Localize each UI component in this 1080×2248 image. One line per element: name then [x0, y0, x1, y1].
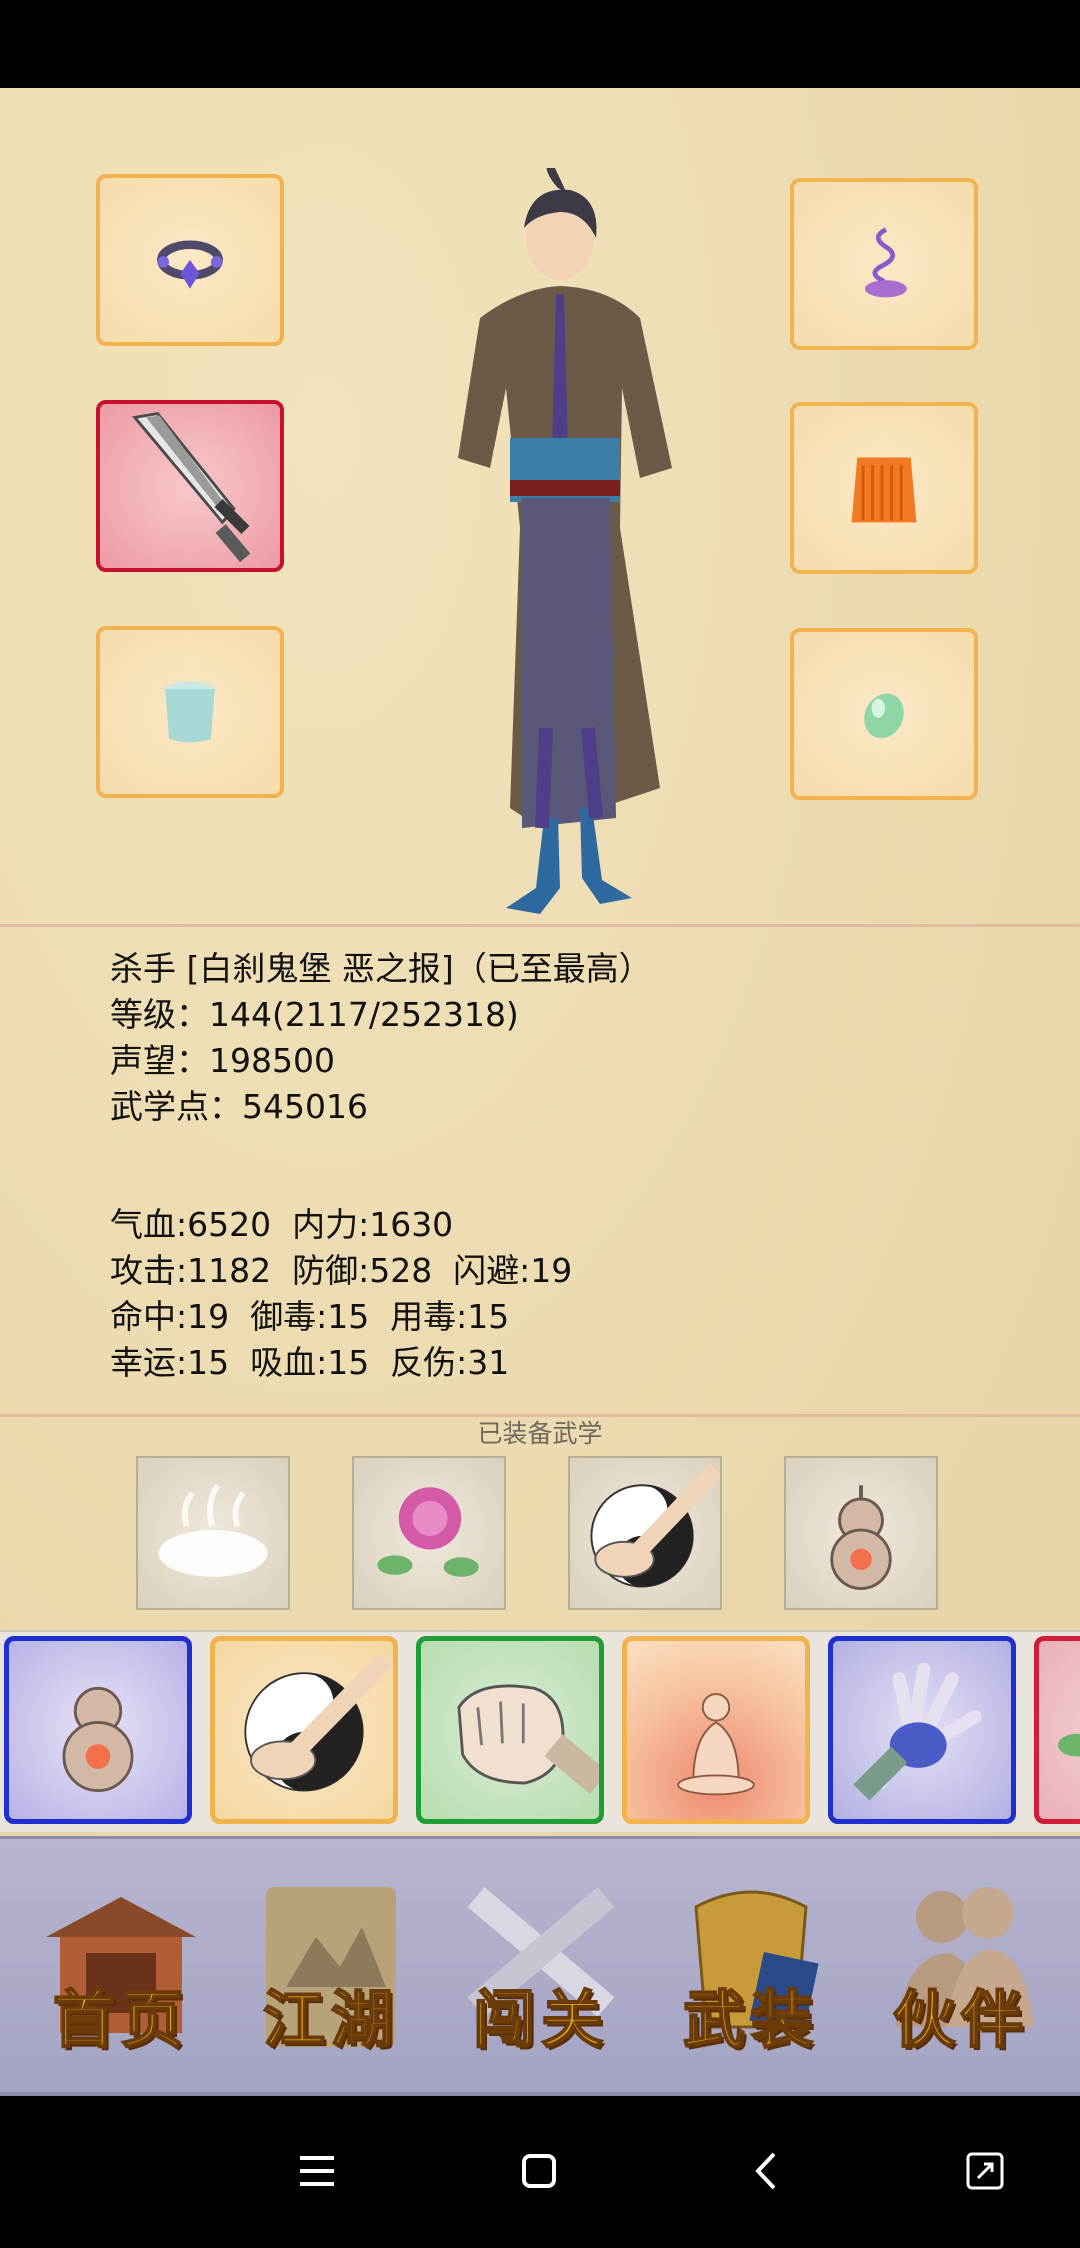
character-panel: 杀手 [白刹鬼堡 恶之报]（已至最高） 等级：144(2117/252318) … — [0, 88, 1080, 1836]
divider-top — [0, 924, 1080, 927]
screenshot-button[interactable] — [950, 2136, 1020, 2206]
skill-card-2[interactable] — [210, 1636, 398, 1824]
equipped-martial-label: 已装备武学 — [477, 1419, 603, 1448]
claw-hand-icon — [853, 1662, 982, 1801]
fist-icon — [457, 1684, 609, 1794]
bottom-navigation: 首页 江湖 闯关 武装 伙伴 — [0, 1836, 1080, 2096]
nav-partner-button[interactable]: 伙伴 — [866, 1857, 1056, 2077]
equipped-skill-2[interactable] — [352, 1456, 506, 1610]
equipment-slot-accessory[interactable] — [96, 626, 284, 798]
jade-icon — [864, 693, 904, 739]
skill-card-1[interactable] — [4, 1636, 192, 1824]
taiji-palm-icon — [590, 1463, 723, 1588]
skill-card-6[interactable] — [1034, 1636, 1080, 1824]
meditation-icon — [677, 1693, 755, 1796]
gourd-icon — [830, 1485, 892, 1590]
stats-row-4: 幸运:15 吸血:15 反伤:31 — [110, 1343, 510, 1382]
nav-challenge-button[interactable]: 闯关 — [446, 1857, 636, 2077]
cup-icon — [165, 681, 215, 743]
equipment-slot-incense[interactable] — [790, 178, 978, 350]
equipped-skill-4[interactable] — [784, 1456, 938, 1610]
nav-jianghu-label: 江湖 — [262, 1982, 399, 2057]
nav-home-label: 首页 — [52, 1982, 189, 2057]
character-portrait — [458, 168, 672, 914]
character-martial-points: 武学点：545016 — [110, 1087, 368, 1126]
mist-icon — [158, 1483, 268, 1577]
partial-card-icon — [1057, 1733, 1080, 1757]
stats-row-3: 命中:19 御毒:15 用毒:15 — [110, 1297, 510, 1336]
equipment-slot-jade[interactable] — [790, 628, 978, 800]
gourd-icon — [62, 1686, 134, 1793]
stats-row-2: 攻击:1182 防御:528 闪避:19 — [110, 1251, 573, 1290]
robe-icon — [851, 457, 917, 523]
nav-challenge-label: 闯关 — [472, 1982, 609, 2057]
back-arrow-icon — [755, 2152, 776, 2190]
stats-row-1: 气血:6520 内力:1630 — [110, 1205, 454, 1244]
equipment-slot-ring[interactable] — [96, 174, 284, 346]
menu-button[interactable] — [282, 2136, 352, 2206]
equipped-skill-1[interactable] — [136, 1456, 290, 1610]
nav-partner-label: 伙伴 — [892, 1982, 1029, 2057]
nav-equipment-label: 武装 — [682, 1982, 819, 2057]
rose-icon — [377, 1487, 479, 1577]
equipment-slot-weapon[interactable] — [96, 400, 284, 572]
incense-icon — [864, 227, 907, 298]
character-reputation: 声望：198500 — [110, 1041, 335, 1080]
equipped-skill-3[interactable] — [568, 1456, 723, 1610]
home-system-button[interactable] — [504, 2136, 574, 2206]
menu-icon — [300, 2156, 334, 2186]
skill-card-strip[interactable] — [0, 1630, 1080, 1832]
back-button[interactable] — [732, 2136, 802, 2206]
skill-card-4[interactable] — [622, 1636, 810, 1824]
nav-jianghu-button[interactable]: 江湖 — [236, 1857, 426, 2077]
character-title: 杀手 [白刹鬼堡 恶之报]（已至最高） — [110, 949, 652, 988]
ring-icon — [157, 240, 223, 289]
skill-card-5[interactable] — [828, 1636, 1016, 1824]
status-bar — [0, 0, 1080, 88]
character-level: 等级：144(2117/252318) — [110, 995, 519, 1034]
saber-icon — [131, 411, 251, 563]
expand-icon — [966, 2152, 1004, 2190]
equipment-slot-robe[interactable] — [790, 402, 978, 574]
skill-card-3[interactable] — [416, 1636, 609, 1824]
taiji-palm-icon — [244, 1653, 393, 1792]
nav-home-button[interactable]: 首页 — [26, 1857, 216, 2077]
system-navigation-bar — [0, 2096, 1080, 2248]
square-home-icon — [522, 2154, 556, 2188]
nav-equipment-button[interactable]: 武装 — [656, 1857, 846, 2077]
